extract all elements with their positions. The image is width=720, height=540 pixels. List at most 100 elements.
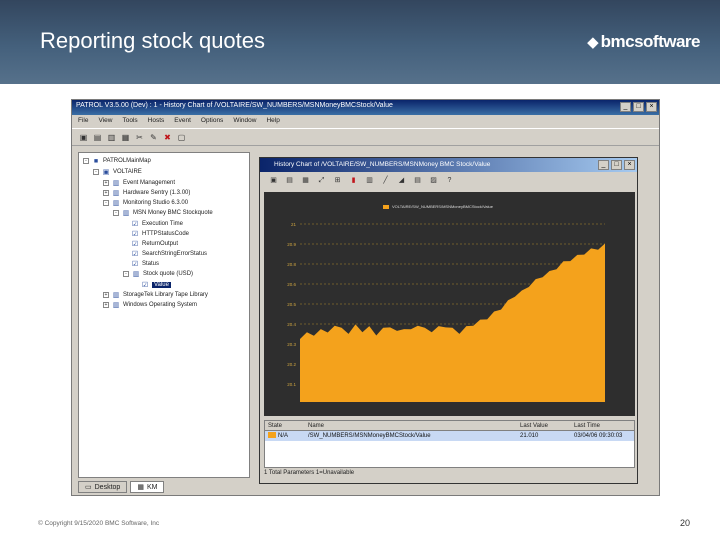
tree-item-label: VOLTAIRE: [113, 169, 142, 175]
tree-item-windows-os[interactable]: + ▥ Windows Operating System: [103, 300, 197, 310]
application-icon: ▥: [122, 210, 130, 217]
tab-km[interactable]: ▦ KM: [130, 481, 165, 493]
tree-item-patrolmainmap[interactable]: - ■ PATROLMainMap: [83, 156, 151, 166]
tree-item-execution-time[interactable]: ☑ Execution Time: [131, 219, 183, 229]
help-icon[interactable]: ▢: [176, 132, 187, 143]
menu-options[interactable]: Options: [201, 115, 223, 127]
chart-print-icon[interactable]: ▤: [284, 175, 295, 186]
column-header-name[interactable]: Name: [305, 421, 517, 430]
chart-legend-icon[interactable]: ▤: [412, 175, 423, 186]
print-icon[interactable]: ▥: [106, 132, 117, 143]
menu-help[interactable]: Help: [266, 115, 279, 127]
object-tree: - ■ PATROLMainMap - ▣ VOLTAIRE + ▥ Event…: [78, 152, 250, 478]
y-tick-label: 20.1: [287, 382, 296, 387]
tree-item-label: SearchStringErrorStatus: [142, 251, 208, 257]
y-tick-label: 20.9: [287, 242, 296, 247]
edit-icon[interactable]: ✎: [148, 132, 159, 143]
chart-area-icon[interactable]: ◢: [396, 175, 407, 186]
tree-expander[interactable]: -: [123, 271, 129, 277]
y-tick-label: 20.2: [287, 362, 296, 367]
bottom-tabs: ▭ Desktop ▦ KM: [78, 481, 165, 493]
chart-maximize-button[interactable]: □: [611, 160, 622, 170]
chart-line-icon[interactable]: ╱: [380, 175, 391, 186]
chart-grid-icon[interactable]: ▥: [364, 175, 375, 186]
tree-expander[interactable]: -: [83, 158, 89, 164]
chart-scale-icon[interactable]: ⤢: [316, 175, 327, 186]
tree-item-voltaire[interactable]: - ▣ VOLTAIRE: [93, 167, 142, 177]
tree-item-value[interactable]: ☑ Value: [141, 280, 171, 290]
tree-item-storagetek[interactable]: + ▥ StorageTek Library Tape Library: [103, 290, 208, 300]
table-row[interactable]: N/A /SW_NUMBERS/MSNMoneyBMCStock/Value 2…: [265, 431, 634, 441]
tree-item-label: Event Management: [123, 180, 176, 186]
minimize-button[interactable]: _: [620, 102, 631, 112]
maximize-button[interactable]: □: [633, 102, 644, 112]
tree-item-search-string[interactable]: ☑ SearchStringErrorStatus: [131, 249, 207, 259]
tree-item-label: Execution Time: [142, 221, 184, 227]
tree-expander[interactable]: +: [103, 302, 109, 308]
chart-series: [300, 243, 605, 402]
chart-zoom-icon[interactable]: ⊞: [332, 175, 343, 186]
slide-header: Reporting stock quotes ◆ bmcsoftware: [0, 0, 720, 84]
window-titlebar: PATROL V3.5.00 (Dev) : 1 - History Chart…: [72, 100, 659, 115]
tree-expander[interactable]: -: [113, 210, 119, 216]
tree-expander[interactable]: +: [103, 292, 109, 298]
tree-item-label: MSN Money BMC Stockquote: [133, 210, 213, 216]
tree-item-label: Stock quote (USD): [143, 271, 194, 277]
close-button[interactable]: ×: [646, 102, 657, 112]
tree-item-label: ReturnOutput: [142, 241, 179, 247]
chart-open-icon[interactable]: ▣: [268, 175, 279, 186]
tree-item-hardware-sentry[interactable]: + ▥ Hardware Sentry (1.3.00): [103, 188, 190, 198]
tree-item-msn-money[interactable]: - ▥ MSN Money BMC Stockquote: [113, 208, 213, 218]
y-tick-label: 20.6: [287, 282, 296, 287]
column-header-last-value[interactable]: Last Value: [517, 421, 571, 430]
tree-item-label: HTTPStatusCode: [142, 231, 190, 237]
properties-icon[interactable]: ▦: [120, 132, 131, 143]
menu-window[interactable]: Window: [233, 115, 256, 127]
menu-hosts[interactable]: Hosts: [148, 115, 165, 127]
save-icon[interactable]: ▤: [92, 132, 103, 143]
menu-view[interactable]: View: [98, 115, 112, 127]
tree-item-label: PATROLMainMap: [103, 158, 151, 164]
parameter-icon: ☑: [141, 282, 149, 289]
table-header: State Name Last Value Last Time: [265, 421, 634, 431]
chart-close-button[interactable]: ×: [624, 160, 635, 170]
tab-desktop[interactable]: ▭ Desktop: [78, 481, 128, 493]
tree-item-status[interactable]: ☑ Status: [131, 259, 159, 269]
tree-item-event-management[interactable]: + ▥ Event Management: [103, 178, 175, 188]
chart-help-icon[interactable]: ?: [444, 175, 455, 186]
tree-item-monitoring-studio[interactable]: - ▥ Monitoring Studio 6.3.00: [103, 198, 188, 208]
tree-item-stock-quote[interactable]: - ▥ Stock quote (USD): [123, 269, 193, 279]
column-header-last-time[interactable]: Last Time: [571, 421, 634, 430]
chart-3d-icon[interactable]: ▨: [428, 175, 439, 186]
tree-item-http-status[interactable]: ☑ HTTPStatusCode: [131, 229, 189, 239]
open-icon[interactable]: ▣: [78, 132, 89, 143]
tree-item-return-output[interactable]: ☑ ReturnOutput: [131, 239, 178, 249]
menu-tools[interactable]: Tools: [122, 115, 137, 127]
application-icon: ▥: [112, 200, 120, 207]
stock-value-area: [300, 243, 605, 402]
application-icon: ▥: [112, 180, 120, 187]
chart-titlebar: History Chart of /VOLTAIRE/SW_NUMBERS/MS…: [260, 158, 637, 172]
cut-icon[interactable]: ✂: [134, 132, 145, 143]
menu-event[interactable]: Event: [174, 115, 191, 127]
state-value: N/A: [278, 433, 289, 439]
tree-expander[interactable]: +: [103, 180, 109, 186]
chart-type-icon[interactable]: ▮: [348, 175, 359, 186]
tree-expander[interactable]: +: [103, 190, 109, 196]
history-chart-window: History Chart of /VOLTAIRE/SW_NUMBERS/MS…: [259, 157, 638, 484]
application-icon: ▥: [132, 271, 140, 278]
chart-options-icon[interactable]: ▦: [300, 175, 311, 186]
chart-window-title: History Chart of /VOLTAIRE/SW_NUMBERS/MS…: [274, 161, 491, 168]
parameter-icon: ☑: [131, 231, 139, 238]
column-header-state[interactable]: State: [265, 421, 305, 430]
menu-file[interactable]: File: [78, 115, 88, 127]
stock-value-chart: 21 20.9 20.8 20.6 20.5 20.4 20.3 20.2 20.1: [287, 222, 605, 402]
tree-expander[interactable]: -: [93, 169, 99, 175]
chart-status-bar: 1 Total Parameters 1=Unavailable: [264, 470, 355, 476]
tree-expander[interactable]: -: [103, 200, 109, 206]
tree-item-label: StorageTek Library Tape Library: [123, 292, 208, 298]
parameter-icon: ☑: [131, 261, 139, 268]
application-icon: ▥: [112, 302, 120, 309]
chart-minimize-button[interactable]: _: [598, 160, 609, 170]
delete-icon[interactable]: ✖: [162, 132, 173, 143]
